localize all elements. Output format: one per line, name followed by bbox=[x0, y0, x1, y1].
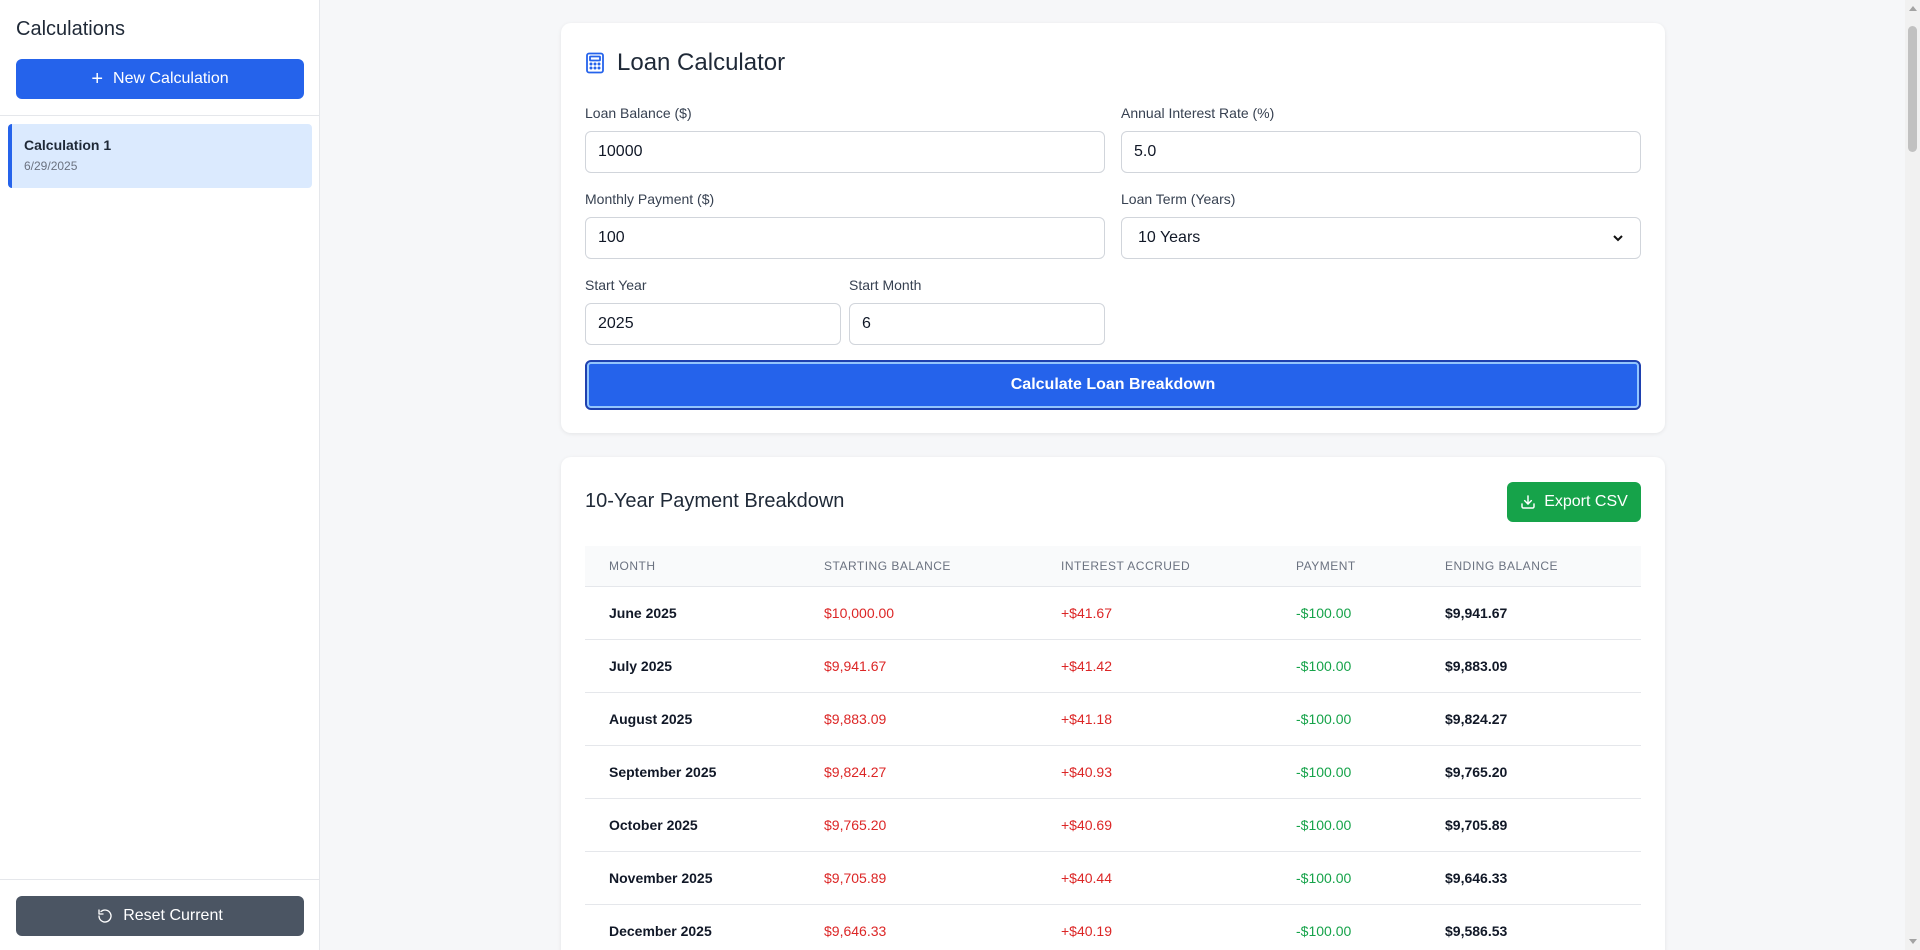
cell-payment: -$100.00 bbox=[1296, 658, 1352, 674]
cell-ending-balance: $9,765.20 bbox=[1445, 764, 1508, 780]
cell-payment: -$100.00 bbox=[1296, 711, 1352, 727]
cell-month: December 2025 bbox=[609, 923, 712, 939]
interest-rate-input[interactable] bbox=[1121, 131, 1641, 173]
reset-current-button[interactable]: Reset Current bbox=[16, 896, 304, 936]
cell-month: June 2025 bbox=[609, 605, 677, 621]
cell-interest-accrued: +$41.67 bbox=[1061, 605, 1112, 621]
chevron-down-icon bbox=[1613, 235, 1623, 242]
sidebar-item-calculation-1[interactable]: Calculation 1 6/29/2025 bbox=[8, 124, 312, 188]
cell-interest-accrued: +$40.19 bbox=[1061, 923, 1112, 939]
cell-starting-balance: $9,824.27 bbox=[824, 764, 887, 780]
cell-month: September 2025 bbox=[609, 764, 717, 780]
payment-breakdown-card: 10-Year Payment Breakdown Export CSV MON… bbox=[561, 457, 1665, 950]
loan-balance-input[interactable] bbox=[585, 131, 1105, 173]
loan-term-label: Loan Term (Years) bbox=[1121, 191, 1236, 207]
plus-icon: + bbox=[91, 68, 104, 90]
export-csv-button[interactable]: Export CSV bbox=[1507, 482, 1641, 522]
breakdown-table: MONTH STARTING BALANCE INTEREST ACCRUED … bbox=[585, 546, 1641, 950]
cell-interest-accrued: +$41.42 bbox=[1061, 658, 1112, 674]
breakdown-title: 10-Year Payment Breakdown bbox=[585, 490, 845, 512]
cell-month: October 2025 bbox=[609, 817, 698, 833]
calculator-header: Loan Calculator bbox=[585, 49, 785, 77]
table-row: August 2025 $9,883.09 +$41.18 -$100.00 $9,82… bbox=[585, 693, 1641, 746]
cell-month: November 2025 bbox=[609, 870, 713, 886]
table-row: December 2025 $9,646.33 +$40.19 -$100.00 $9,… bbox=[585, 905, 1641, 950]
loan-calculator-card: Loan Calculator Loan Balance ($) Annual … bbox=[561, 23, 1665, 433]
cell-interest-accrued: +$40.44 bbox=[1061, 870, 1112, 886]
page-title: Loan Calculator bbox=[617, 49, 786, 76]
rotate-ccw-icon bbox=[98, 909, 112, 923]
page-scrollbar[interactable] bbox=[1905, 0, 1920, 950]
calculator-icon bbox=[586, 52, 604, 74]
table-header: MONTH STARTING BALANCE INTEREST ACCRUED … bbox=[585, 546, 1641, 587]
column-header-interest-accrued: INTEREST ACCRUED bbox=[1061, 559, 1191, 573]
cell-ending-balance: $9,586.53 bbox=[1445, 923, 1508, 939]
scroll-thumb[interactable] bbox=[1908, 26, 1917, 152]
interest-rate-label: Annual Interest Rate (%) bbox=[1121, 105, 1275, 121]
cell-interest-accrued: +$41.18 bbox=[1061, 711, 1112, 727]
monthly-payment-input[interactable] bbox=[585, 217, 1105, 259]
column-header-month: MONTH bbox=[609, 559, 656, 573]
sidebar-title: Calculations bbox=[16, 18, 125, 40]
download-icon bbox=[1521, 495, 1535, 509]
cell-ending-balance: $9,941.67 bbox=[1445, 605, 1508, 621]
cell-ending-balance: $9,705.89 bbox=[1445, 817, 1508, 833]
column-header-payment: PAYMENT bbox=[1296, 559, 1356, 573]
table-row: October 2025 $9,765.20 +$40.69 -$100.00 $9,7… bbox=[585, 799, 1641, 852]
loan-term-value: 10 Years bbox=[1138, 229, 1201, 246]
cell-payment: -$100.00 bbox=[1296, 870, 1352, 886]
cell-ending-balance: $9,824.27 bbox=[1445, 711, 1508, 727]
sidebar: Calculations + New Calculation Calculati… bbox=[0, 0, 320, 950]
cell-ending-balance: $9,883.09 bbox=[1445, 658, 1508, 674]
cell-payment: -$100.00 bbox=[1296, 817, 1352, 833]
cell-interest-accrued: +$40.93 bbox=[1061, 764, 1112, 780]
new-calculation-button[interactable]: + New Calculation bbox=[16, 59, 304, 99]
cell-payment: -$100.00 bbox=[1296, 605, 1352, 621]
cell-starting-balance: $9,646.33 bbox=[824, 923, 887, 939]
table-body: June 2025 $10,000.00 +$41.67 -$100.00 $9,941… bbox=[585, 587, 1641, 950]
new-calculation-label: New Calculation bbox=[113, 70, 229, 87]
sidebar-divider bbox=[0, 115, 320, 116]
loan-term-select[interactable]: 10 Years bbox=[1121, 217, 1641, 259]
export-csv-label: Export CSV bbox=[1544, 493, 1628, 510]
cell-starting-balance: $9,765.20 bbox=[824, 817, 887, 833]
table-row: September 2025 $9,824.27 +$40.93 -$100.00 $9… bbox=[585, 746, 1641, 799]
scroll-down-arrow[interactable] bbox=[1909, 939, 1917, 944]
start-month-input[interactable] bbox=[849, 303, 1105, 345]
cell-ending-balance: $9,646.33 bbox=[1445, 870, 1508, 886]
loan-balance-label: Loan Balance ($) bbox=[585, 105, 692, 121]
start-month-label: Start Month bbox=[849, 277, 922, 293]
calculation-date: 6/29/2025 bbox=[24, 159, 78, 173]
start-year-input[interactable] bbox=[585, 303, 841, 345]
cell-starting-balance: $9,705.89 bbox=[824, 870, 887, 886]
cell-payment: -$100.00 bbox=[1296, 764, 1352, 780]
cell-payment: -$100.00 bbox=[1296, 923, 1352, 939]
cell-starting-balance: $9,941.67 bbox=[824, 658, 887, 674]
scroll-up-arrow[interactable] bbox=[1909, 6, 1917, 11]
cell-month: July 2025 bbox=[609, 658, 673, 674]
reset-current-label: Reset Current bbox=[123, 907, 223, 924]
sidebar-bottom-divider bbox=[0, 879, 320, 880]
table-row: November 2025 $9,705.89 +$40.44 -$100.00 $9,… bbox=[585, 852, 1641, 905]
column-header-starting-balance: STARTING BALANCE bbox=[824, 559, 951, 573]
column-header-ending-balance: ENDING BALANCE bbox=[1445, 559, 1559, 573]
table-row: June 2025 $10,000.00 +$41.67 -$100.00 $9,941… bbox=[585, 587, 1641, 640]
cell-month: August 2025 bbox=[609, 711, 693, 727]
start-year-label: Start Year bbox=[585, 277, 647, 293]
cell-interest-accrued: +$40.69 bbox=[1061, 817, 1112, 833]
table-row: July 2025 $9,941.67 +$41.42 -$100.00 $9,883.… bbox=[585, 640, 1641, 693]
cell-starting-balance: $10,000.00 bbox=[824, 605, 895, 621]
calculate-button[interactable]: Calculate Loan Breakdown bbox=[585, 360, 1641, 410]
calculation-name: Calculation 1 bbox=[24, 137, 112, 153]
monthly-payment-label: Monthly Payment ($) bbox=[585, 191, 715, 207]
cell-starting-balance: $9,883.09 bbox=[824, 711, 887, 727]
